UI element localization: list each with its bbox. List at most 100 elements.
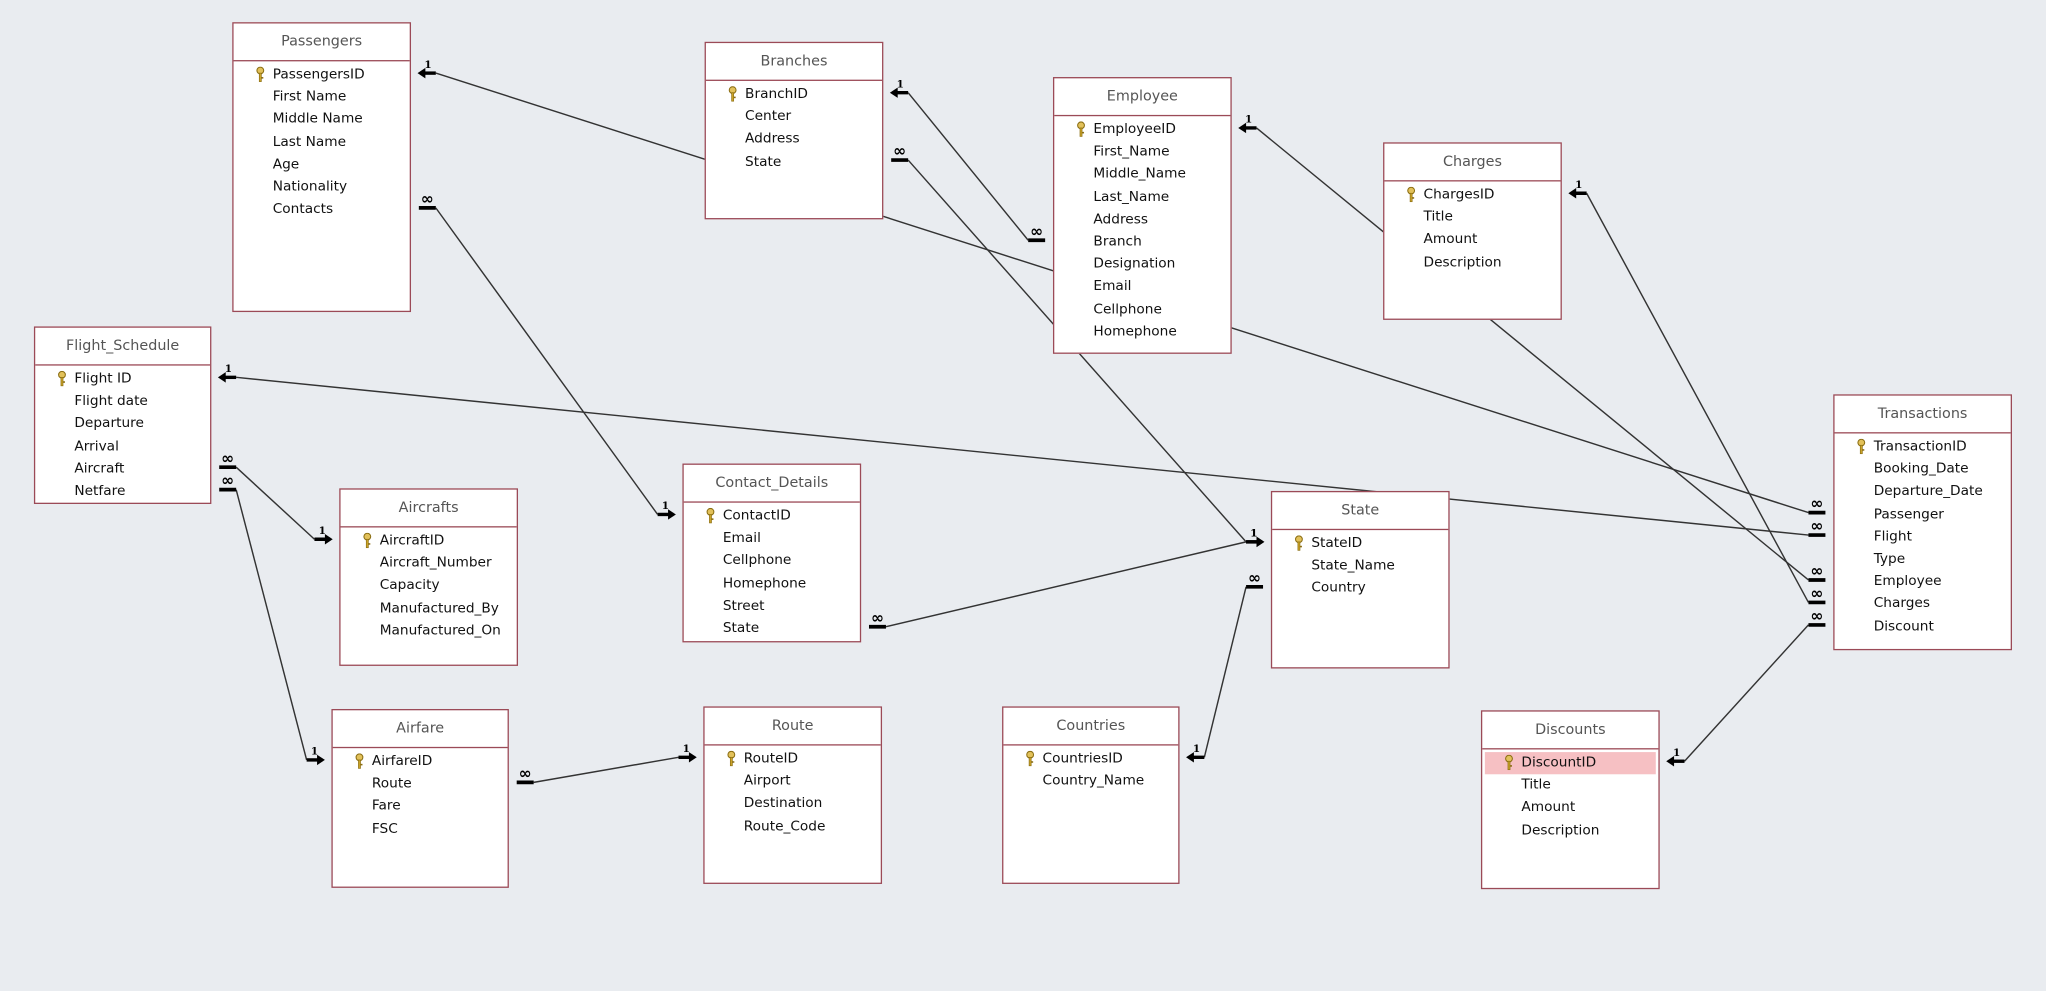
field-title[interactable]: Title	[1384, 207, 1560, 229]
field-manufactured-on[interactable]: Manufactured_On	[341, 620, 517, 642]
field-nationality[interactable]: Nationality	[234, 176, 410, 198]
table-title[interactable]: Transactions	[1834, 396, 2011, 434]
field-center[interactable]: Center	[706, 106, 882, 128]
field-designation[interactable]: Designation	[1054, 253, 1230, 275]
table-employee[interactable]: Employee EmployeeID First_Name Middle_Name L…	[1052, 77, 1232, 354]
field-state-name[interactable]: State_Name	[1272, 555, 1448, 577]
table-charges[interactable]: Charges ChargesID Title Amount Description	[1383, 142, 1562, 320]
field-middle-name[interactable]: Middle_Name	[1054, 164, 1230, 186]
field-description[interactable]: Description	[1384, 251, 1560, 273]
field-branch[interactable]: Branch	[1054, 231, 1230, 253]
field-email[interactable]: Email	[1054, 276, 1230, 298]
field-departure[interactable]: Departure	[35, 413, 210, 435]
field-address[interactable]: Address	[1054, 209, 1230, 231]
table-title[interactable]: Charges	[1384, 144, 1561, 182]
relationship-line[interactable]	[235, 489, 308, 761]
field-transactionid[interactable]: TransactionID	[1835, 436, 2011, 458]
table-title[interactable]: Route	[704, 708, 881, 746]
table-transactions[interactable]: Transactions TransactionID Booking_Date Dep…	[1833, 394, 2013, 651]
field-homephone[interactable]: Homephone	[1054, 321, 1230, 343]
field-aircraft-number[interactable]: Aircraft_Number	[341, 553, 517, 575]
field-passengersid[interactable]: PassengersID	[234, 64, 410, 86]
field-charges[interactable]: Charges	[1835, 593, 2011, 615]
table-route[interactable]: Route RouteID Airport Destination Route_Code	[703, 706, 883, 884]
relationship-line[interactable]	[533, 756, 679, 784]
field-discountid[interactable]: DiscountID	[1484, 752, 1656, 775]
table-discounts[interactable]: Discounts DiscountID Title Amount Descriptio…	[1480, 710, 1660, 890]
field-aircraft[interactable]: Aircraft	[35, 458, 210, 480]
field-manufactured-by[interactable]: Manufactured_By	[341, 597, 517, 619]
field-employeeid[interactable]: EmployeeID	[1054, 119, 1230, 141]
field-capacity[interactable]: Capacity	[341, 575, 517, 597]
field-street[interactable]: Street	[684, 595, 860, 617]
field-aircraftid[interactable]: AircraftID	[341, 530, 517, 552]
field-flight[interactable]: Flight	[1835, 526, 2011, 548]
table-flight-schedule[interactable]: Flight_Schedule Flight ID Flight date Depar…	[33, 326, 212, 505]
field-last-name[interactable]: Last Name	[234, 131, 410, 153]
table-aircrafts[interactable]: Aircrafts AircraftID Aircraft_Number Capaci…	[339, 488, 519, 666]
field-netfare[interactable]: Netfare	[35, 480, 210, 502]
table-state[interactable]: State StateID State_Name Country	[1270, 490, 1450, 669]
field-cellphone[interactable]: Cellphone	[684, 550, 860, 572]
relationship-line[interactable]	[907, 92, 1029, 241]
field-fsc[interactable]: FSC	[333, 818, 508, 840]
table-airfare[interactable]: Airfare AirfareID Route Fare FSC	[331, 708, 509, 888]
table-title[interactable]: Branches	[705, 43, 883, 81]
field-airport[interactable]: Airport	[705, 771, 881, 793]
relationship-line[interactable]	[235, 466, 315, 540]
field-discount[interactable]: Discount	[1835, 616, 2011, 638]
table-title[interactable]: State	[1272, 492, 1449, 531]
table-title[interactable]: Countries	[1003, 708, 1179, 746]
field-title[interactable]: Title	[1482, 775, 1658, 797]
relationship-line[interactable]	[1683, 624, 1809, 762]
field-stateid[interactable]: StateID	[1272, 533, 1448, 555]
field-arrival[interactable]: Arrival	[35, 436, 210, 458]
field-route[interactable]: Route	[333, 773, 508, 795]
relationship-line[interactable]	[1203, 586, 1247, 758]
field-passenger[interactable]: Passenger	[1835, 503, 2011, 525]
field-state[interactable]: State	[706, 151, 882, 173]
table-passengers[interactable]: Passengers PassengersID First Name Middle N…	[232, 22, 412, 313]
field-cellphone[interactable]: Cellphone	[1054, 298, 1230, 320]
field-fare[interactable]: Fare	[333, 796, 508, 818]
field-branchid[interactable]: BranchID	[706, 84, 882, 106]
table-title[interactable]: Discounts	[1482, 712, 1659, 750]
field-employee[interactable]: Employee	[1835, 571, 2011, 593]
field-departure-date[interactable]: Departure_Date	[1835, 481, 2011, 503]
field-destination[interactable]: Destination	[705, 793, 881, 815]
field-type[interactable]: Type	[1835, 548, 2011, 570]
field-state[interactable]: State	[684, 618, 860, 640]
table-title[interactable]: Aircrafts	[340, 490, 517, 528]
table-title[interactable]: Flight_Schedule	[35, 328, 211, 366]
field-booking-date[interactable]: Booking_Date	[1835, 459, 2011, 481]
field-flight-date[interactable]: Flight date	[35, 391, 210, 413]
field-country-name[interactable]: Country_Name	[1003, 771, 1178, 793]
field-routeid[interactable]: RouteID	[705, 748, 881, 770]
field-email[interactable]: Email	[684, 528, 860, 550]
field-contacts[interactable]: Contacts	[234, 199, 410, 221]
field-contactid[interactable]: ContactID	[684, 505, 860, 527]
relationship-line[interactable]	[435, 207, 659, 515]
table-title[interactable]: Contact_Details	[683, 465, 860, 503]
field-homephone[interactable]: Homephone	[684, 573, 860, 595]
table-title[interactable]: Passengers	[233, 24, 410, 62]
field-first-name[interactable]: First_Name	[1054, 141, 1230, 163]
field-route-code[interactable]: Route_Code	[705, 815, 881, 837]
table-title[interactable]: Employee	[1054, 78, 1231, 117]
field-amount[interactable]: Amount	[1384, 229, 1560, 251]
field-country[interactable]: Country	[1272, 578, 1448, 600]
field-age[interactable]: Age	[234, 154, 410, 176]
field-countriesid[interactable]: CountriesID	[1003, 748, 1178, 770]
field-address[interactable]: Address	[706, 128, 882, 150]
relationship-line[interactable]	[1586, 192, 1810, 603]
field-amount[interactable]: Amount	[1482, 797, 1658, 819]
field-airfareid[interactable]: AirfareID	[333, 751, 508, 773]
field-first-name[interactable]: First Name	[234, 86, 410, 108]
table-countries[interactable]: Countries CountriesID Country_Name	[1002, 706, 1180, 884]
field-middle-name[interactable]: Middle Name	[234, 109, 410, 131]
table-contact-details[interactable]: Contact_Details ContactID Email Cellphone Ho…	[682, 463, 862, 643]
table-branches[interactable]: Branches BranchID Center Address State	[704, 41, 884, 220]
field-description[interactable]: Description	[1482, 819, 1658, 841]
field-last-name[interactable]: Last_Name	[1054, 186, 1230, 208]
field-chargesid[interactable]: ChargesID	[1384, 184, 1560, 206]
